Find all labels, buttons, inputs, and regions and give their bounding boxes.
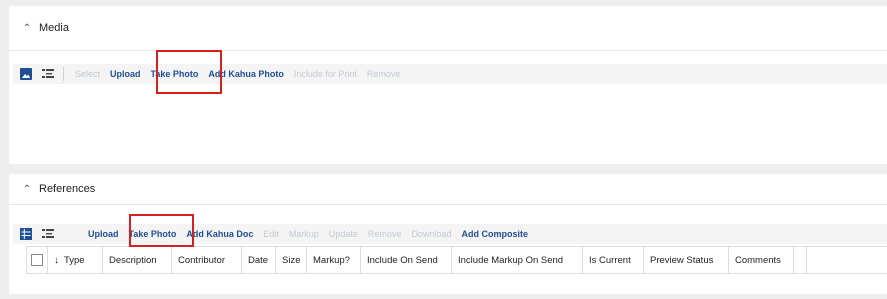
- column-header-size[interactable]: Size: [276, 247, 307, 273]
- list-view-button[interactable]: [39, 225, 57, 243]
- add-kahua-doc-button[interactable]: Add Kahua Doc: [181, 225, 258, 243]
- add-kahua-photo-button[interactable]: Add Kahua Photo: [203, 65, 289, 83]
- download-button[interactable]: Download: [406, 225, 456, 243]
- select-button[interactable]: Select: [70, 65, 105, 83]
- media-section-title: Media: [39, 22, 69, 34]
- edit-button[interactable]: Edit: [258, 225, 284, 243]
- take-photo-button[interactable]: Take Photo: [146, 65, 204, 83]
- column-header-is-current[interactable]: Is Current: [583, 247, 644, 273]
- column-header-include-on-send[interactable]: Include On Send: [361, 247, 452, 273]
- arrow-down-icon: ↓: [54, 254, 59, 266]
- list-view-button[interactable]: [39, 65, 57, 83]
- include-for-print-button[interactable]: Include for Print: [289, 65, 362, 83]
- remove-button[interactable]: Remove: [362, 65, 406, 83]
- remove-button[interactable]: Remove: [363, 225, 407, 243]
- references-section-title: References: [39, 183, 96, 195]
- update-button[interactable]: Update: [324, 225, 363, 243]
- column-header-markup[interactable]: Markup?: [307, 247, 361, 273]
- column-header-extra: [794, 247, 807, 273]
- references-panel: ⌃ References Upload Take Photo Add Kahua…: [9, 174, 887, 294]
- list-view-icon: [42, 229, 54, 238]
- take-photo-button[interactable]: Take Photo: [124, 225, 182, 243]
- markup-button[interactable]: Markup: [284, 225, 324, 243]
- column-header-label: Type: [64, 254, 85, 266]
- media-section-header[interactable]: ⌃ Media: [9, 6, 887, 51]
- add-composite-button[interactable]: Add Composite: [456, 225, 533, 243]
- column-header-date[interactable]: Date: [242, 247, 276, 273]
- upload-button[interactable]: Upload: [105, 65, 146, 83]
- grid-view-icon: [20, 228, 32, 240]
- column-header-preview-status[interactable]: Preview Status: [644, 247, 729, 273]
- column-header-contributor[interactable]: Contributor: [172, 247, 242, 273]
- references-grid-header: ↓ Type Description Contributor Date Size…: [26, 246, 887, 274]
- select-all-checkbox[interactable]: [31, 254, 43, 266]
- grid-view-button[interactable]: [17, 225, 35, 243]
- chevron-up-icon[interactable]: ⌃: [17, 184, 37, 195]
- upload-button[interactable]: Upload: [83, 225, 124, 243]
- column-header-description[interactable]: Description: [103, 247, 172, 273]
- chevron-up-icon[interactable]: ⌃: [17, 23, 37, 34]
- select-all-cell: [27, 247, 48, 273]
- media-panel: ⌃ Media Select Upload Take Photo Add Kah…: [9, 6, 887, 164]
- column-header-type[interactable]: ↓ Type: [48, 247, 103, 273]
- list-view-icon: [42, 69, 54, 78]
- gallery-view-button[interactable]: [17, 65, 35, 83]
- column-header-comments[interactable]: Comments: [729, 247, 794, 273]
- page: ⌃ Media Select Upload Take Photo Add Kah…: [0, 0, 887, 299]
- image-icon: [20, 68, 32, 80]
- column-header-include-markup-on-send[interactable]: Include Markup On Send: [452, 247, 583, 273]
- references-toolbar: Upload Take Photo Add Kahua Doc Edit Mar…: [13, 224, 887, 244]
- toolbar-divider: [63, 67, 64, 81]
- media-toolbar: Select Upload Take Photo Add Kahua Photo…: [13, 64, 887, 84]
- references-section-header[interactable]: ⌃ References: [9, 174, 887, 205]
